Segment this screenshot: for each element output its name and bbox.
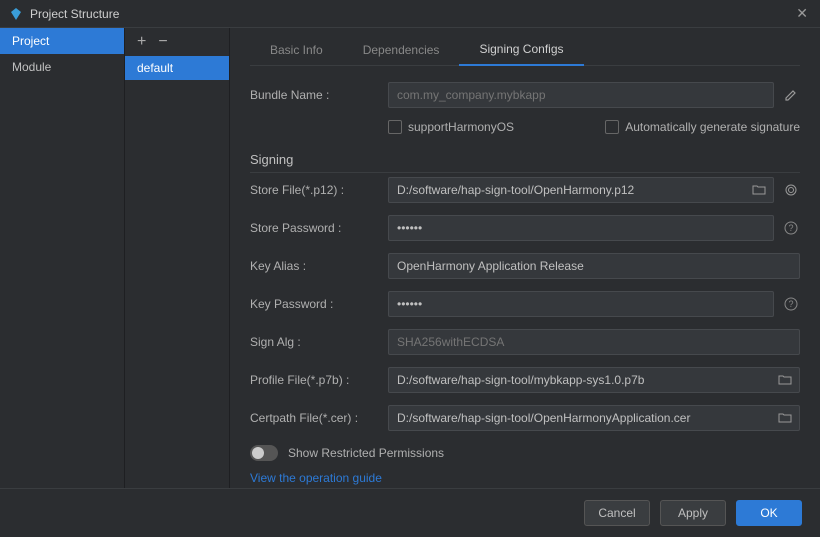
main-area: Project Module + − default Basic Info De… — [0, 28, 820, 488]
row-key-alias: Key Alias : — [250, 253, 800, 279]
tab-dependencies[interactable]: Dependencies — [343, 35, 460, 65]
add-icon[interactable]: + — [137, 33, 146, 51]
store-password-label: Store Password : — [250, 221, 388, 235]
row-certpath-file: Certpath File(*.cer) : — [250, 405, 800, 431]
show-restricted-label: Show Restricted Permissions — [288, 446, 444, 460]
row-checkboxes: supportHarmonyOS Automatically generate … — [250, 120, 800, 134]
sidebar-left: Project Module — [0, 28, 125, 488]
bundle-name-label: Bundle Name : — [250, 88, 388, 102]
folder-icon[interactable] — [750, 181, 768, 199]
row-show-restricted: Show Restricted Permissions — [250, 445, 800, 461]
titlebar: Project Structure ✕ — [0, 0, 820, 28]
row-key-password: Key Password : ? — [250, 291, 800, 317]
ok-button[interactable]: OK — [736, 500, 802, 526]
profile-file-label: Profile File(*.p7b) : — [250, 373, 388, 387]
key-password-label: Key Password : — [250, 297, 388, 311]
profile-file-input[interactable] — [388, 367, 800, 393]
mid-item-default[interactable]: default — [125, 56, 229, 80]
close-icon[interactable]: ✕ — [792, 5, 812, 22]
support-harmony-label: supportHarmonyOS — [408, 120, 514, 134]
show-restricted-toggle[interactable] — [250, 445, 278, 461]
checkbox-auto-generate[interactable]: Automatically generate signature — [605, 120, 800, 134]
remove-icon[interactable]: − — [158, 33, 167, 51]
sign-alg-label: Sign Alg : — [250, 335, 388, 349]
bundle-name-input[interactable] — [388, 82, 774, 108]
row-sign-alg: Sign Alg : — [250, 329, 800, 355]
content-panel: Basic Info Dependencies Signing Configs … — [230, 28, 820, 488]
row-store-password: Store Password : ? — [250, 215, 800, 241]
sidebar-item-module[interactable]: Module — [0, 54, 124, 80]
folder-icon[interactable] — [776, 409, 794, 427]
folder-icon[interactable] — [776, 371, 794, 389]
store-file-label: Store File(*.p12) : — [250, 183, 388, 197]
help-icon[interactable]: ? — [782, 295, 800, 313]
signing-section-title: Signing — [250, 152, 800, 173]
auto-generate-label: Automatically generate signature — [625, 120, 800, 134]
apply-button[interactable]: Apply — [660, 500, 726, 526]
tabs: Basic Info Dependencies Signing Configs — [250, 28, 800, 66]
fingerprint-icon[interactable] — [782, 181, 800, 199]
store-file-input[interactable] — [388, 177, 774, 203]
edit-icon[interactable] — [782, 86, 800, 104]
help-icon[interactable]: ? — [782, 219, 800, 237]
key-alias-label: Key Alias : — [250, 259, 388, 273]
footer: Cancel Apply OK — [0, 488, 820, 537]
row-store-file: Store File(*.p12) : — [250, 177, 800, 203]
app-logo-icon — [8, 6, 24, 22]
operation-guide-link[interactable]: View the operation guide — [250, 471, 800, 485]
tab-signing-configs[interactable]: Signing Configs — [459, 34, 583, 66]
sign-alg-input[interactable] — [388, 329, 800, 355]
certpath-file-label: Certpath File(*.cer) : — [250, 411, 388, 425]
key-alias-input[interactable] — [388, 253, 800, 279]
window-title: Project Structure — [30, 7, 792, 21]
mid-toolbar: + − — [125, 28, 229, 56]
sidebar-mid: + − default — [125, 28, 230, 488]
svg-text:?: ? — [788, 223, 793, 233]
tab-basic-info[interactable]: Basic Info — [250, 35, 343, 65]
cancel-button[interactable]: Cancel — [584, 500, 650, 526]
sidebar-item-project[interactable]: Project — [0, 28, 124, 54]
certpath-file-input[interactable] — [388, 405, 800, 431]
store-password-input[interactable] — [388, 215, 774, 241]
row-bundle-name: Bundle Name : — [250, 82, 800, 108]
row-profile-file: Profile File(*.p7b) : — [250, 367, 800, 393]
svg-text:?: ? — [788, 299, 793, 309]
key-password-input[interactable] — [388, 291, 774, 317]
checkbox-support-harmony[interactable]: supportHarmonyOS — [388, 120, 514, 134]
